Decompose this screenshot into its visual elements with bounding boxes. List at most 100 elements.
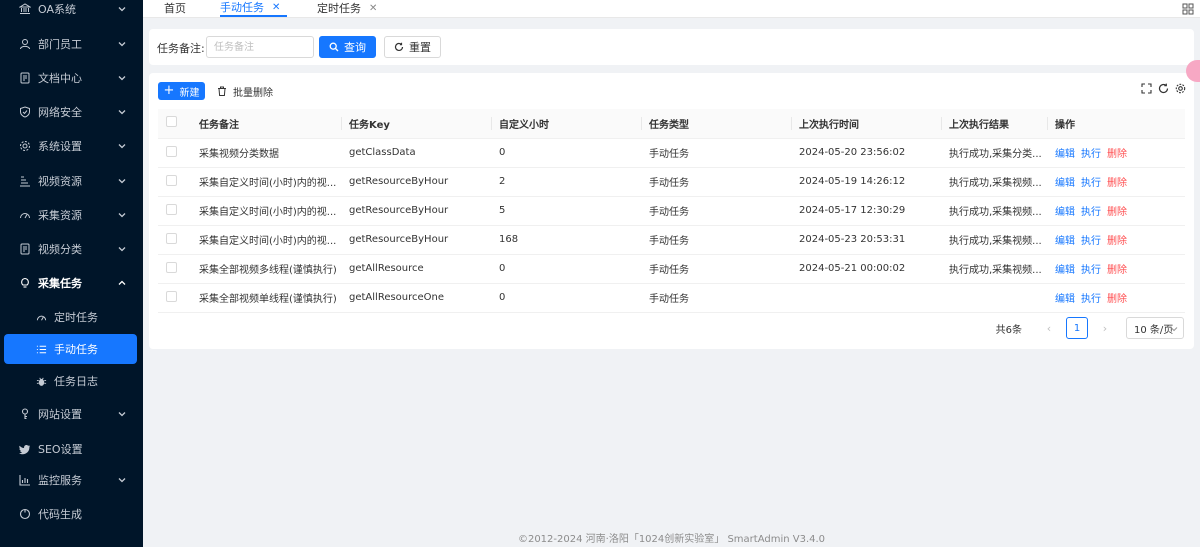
search-label: 任务备注: [157,42,205,55]
cell-key: getResourceByHour [341,167,491,197]
search-icon [329,42,339,52]
run-link[interactable]: 执行 [1081,178,1101,189]
sidebar-item-oa[interactable]: OA系统 [0,0,143,24]
file-icon [18,242,32,256]
page-size-value: 10 条/页 [1134,324,1174,336]
delete-link[interactable]: 删除 [1107,178,1127,189]
sidebar-item-label: 网站设置 [38,408,82,421]
dashboard-icon [34,310,48,324]
row-checkbox[interactable] [166,203,177,215]
row-checkbox[interactable] [166,232,177,244]
run-link[interactable]: 执行 [1081,265,1101,276]
file-icon [18,71,32,85]
edit-link[interactable]: 编辑 [1055,236,1075,247]
new-button-label: 新建 [179,87,200,99]
chevron-down-icon [118,179,126,184]
row-select-cell [158,225,191,255]
gear-icon[interactable] [1175,83,1186,94]
sidebar-subitem-task-log[interactable]: 任务日志 [0,366,143,396]
table-row: 采集自定义时间(小时)内的视... getResourceByHour 168 … [158,225,1185,255]
sidebar-item-label: 代码生成 [38,508,82,521]
select-all-checkbox[interactable] [166,116,177,128]
query-button[interactable]: 查询 [319,36,376,58]
sidebar-item-codegen[interactable]: 代码生成 [0,499,143,529]
cell-type: 手动任务 [641,283,791,313]
sidebar-item-label: 部门员工 [38,38,82,51]
run-link[interactable]: 执行 [1081,149,1101,160]
delete-link[interactable]: 删除 [1107,149,1127,160]
cell-remark: 采集全部视频多线程(谨慎执行) [191,254,341,284]
cell-last-result: 执行成功,采集分类... [941,138,1047,168]
row-select-cell [158,196,191,226]
tab-scheduled-task[interactable]: 定时任务 ✕ [317,0,377,17]
pagination-total: 共6条 [995,324,1022,336]
cell-type: 手动任务 [641,138,791,168]
sidebar-item-security[interactable]: 网络安全 [0,97,143,127]
sidebar-item-monitor[interactable]: 监控服务 [0,465,143,495]
edit-link[interactable]: 编辑 [1055,149,1075,160]
cell-hours: 0 [491,254,641,284]
shield-icon [18,105,32,119]
tab-manual-task[interactable]: 手动任务 ✕ [220,0,287,17]
twitter-icon [18,442,32,456]
tab-label: 手动任务 [220,1,264,14]
column-header-hours: 自定义小时 [491,109,641,139]
delete-link[interactable]: 删除 [1107,265,1127,276]
row-checkbox[interactable] [166,174,177,186]
sidebar-subitem-manual-task[interactable]: 手动任务 [4,334,137,364]
sidebar-item-video-resource[interactable]: 视频资源 [0,166,143,196]
reload-icon[interactable] [1158,83,1169,94]
pagination: 共6条 ‹ 1 › 10 条/页 [996,317,1184,339]
sidebar-item-collect-resource[interactable]: 采集资源 [0,200,143,230]
batch-delete-button[interactable]: 批量删除 [217,82,273,100]
sidebar-item-label: 系统设置 [38,140,82,153]
sidebar-item-docs[interactable]: 文档中心 [0,63,143,93]
delete-link[interactable]: 删除 [1107,294,1127,305]
run-link[interactable]: 执行 [1081,294,1101,305]
code-icon [18,507,32,521]
row-checkbox[interactable] [166,261,177,273]
chevron-down-icon [118,144,126,149]
edit-link[interactable]: 编辑 [1055,207,1075,218]
close-icon[interactable]: ✕ [272,0,280,15]
table-row: 采集自定义时间(小时)内的视... getResourceByHour 2 手动… [158,167,1185,197]
row-checkbox[interactable] [166,145,177,157]
column-header-key: 任务Key [341,109,491,139]
page-button-current[interactable]: 1 [1066,317,1088,339]
sidebar-item-label: 文档中心 [38,72,82,85]
prev-page-icon[interactable]: ‹ [1038,322,1060,335]
cell-last-time [791,283,941,313]
edit-link[interactable]: 编辑 [1055,294,1075,305]
close-icon[interactable]: ✕ [369,1,377,16]
chevron-down-icon [118,42,126,47]
row-checkbox[interactable] [166,290,177,302]
column-header-actions: 操作 [1047,109,1185,139]
reset-button[interactable]: 重置 [384,36,441,58]
key-icon [18,407,32,421]
delete-link[interactable]: 删除 [1107,207,1127,218]
bulb-icon [18,276,32,290]
page-size-select[interactable]: 10 条/页 [1126,317,1184,339]
run-link[interactable]: 执行 [1081,207,1101,218]
select-all-cell [158,109,191,139]
sidebar-item-staff[interactable]: 部门员工 [0,29,143,59]
chart-icon [18,473,32,487]
sidebar-item-seo[interactable]: SEO设置 [0,434,143,464]
edit-link[interactable]: 编辑 [1055,178,1075,189]
remark-search-input[interactable] [206,36,314,58]
sidebar-item-collect-task[interactable]: 采集任务 [0,268,143,298]
next-page-icon[interactable]: › [1094,322,1116,335]
delete-link[interactable]: 删除 [1107,236,1127,247]
tab-home[interactable]: 首页 [164,0,186,17]
sidebar-item-settings[interactable]: 系统设置 [0,131,143,161]
sidebar-subitem-scheduled-task[interactable]: 定时任务 [0,302,143,332]
apps-grid-icon[interactable] [1182,3,1194,15]
sidebar-item-video-category[interactable]: 视频分类 [0,234,143,264]
fullscreen-icon[interactable] [1141,83,1152,94]
edit-link[interactable]: 编辑 [1055,265,1075,276]
run-link[interactable]: 执行 [1081,236,1101,247]
row-select-cell [158,254,191,284]
new-button[interactable]: + 新建 [158,82,205,100]
row-select-cell [158,283,191,313]
sidebar-item-site-settings[interactable]: 网站设置 [0,399,143,429]
